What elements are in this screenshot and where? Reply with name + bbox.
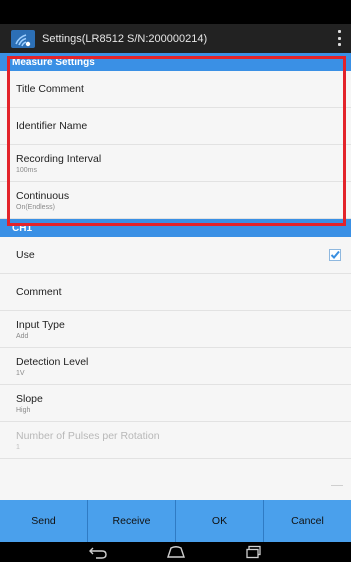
pref-title: Use bbox=[16, 249, 35, 261]
section-header-ch1: CH1 bbox=[0, 219, 351, 237]
screen-title: Settings(LR8512 S/N:200000214) bbox=[42, 32, 208, 45]
pref-input-type[interactable]: Input Type Add bbox=[0, 311, 351, 348]
button-bar: Send Receive OK Cancel bbox=[0, 500, 351, 542]
section-header-measure-settings: Measure Settings bbox=[0, 53, 351, 71]
action-bar: Settings(LR8512 S/N:200000214) bbox=[0, 24, 351, 53]
navigation-bar bbox=[0, 542, 351, 562]
pref-summary: 1 bbox=[16, 443, 20, 451]
pref-continuous[interactable]: Continuous On(Endless) bbox=[0, 182, 351, 219]
ok-button[interactable]: OK bbox=[176, 500, 264, 542]
pref-recording-interval[interactable]: Recording Interval 100ms bbox=[0, 145, 351, 182]
pref-use[interactable]: Use bbox=[0, 237, 351, 274]
pref-comment[interactable]: Comment bbox=[0, 274, 351, 311]
recent-apps-icon[interactable] bbox=[243, 545, 265, 559]
settings-list[interactable]: Measure Settings Title Comment Identifie… bbox=[0, 53, 351, 500]
pref-title: Detection Level bbox=[16, 355, 89, 368]
pref-title: Number of Pulses per Rotation bbox=[16, 429, 160, 442]
wireless-logger-icon bbox=[10, 28, 36, 50]
pref-title: Identifier Name bbox=[16, 120, 88, 132]
pref-title: Slope bbox=[16, 392, 43, 405]
pref-title: Title Comment bbox=[16, 83, 84, 95]
status-bar bbox=[0, 0, 351, 24]
pref-summary: On(Endless) bbox=[16, 203, 55, 211]
pref-number-of-pulses-per-rotation: Number of Pulses per Rotation 1 bbox=[0, 422, 351, 459]
receive-button[interactable]: Receive bbox=[88, 500, 176, 542]
pref-summary: High bbox=[16, 406, 31, 414]
pref-summary: 1V bbox=[16, 369, 25, 377]
cancel-button[interactable]: Cancel bbox=[264, 500, 351, 542]
pref-summary: Add bbox=[16, 332, 29, 340]
pref-identifier-name[interactable]: Identifier Name bbox=[0, 108, 351, 145]
pref-title-comment[interactable]: Title Comment bbox=[0, 71, 351, 108]
home-icon[interactable] bbox=[165, 545, 187, 559]
overflow-menu-icon[interactable] bbox=[337, 30, 341, 46]
pref-detection-level[interactable]: Detection Level 1V bbox=[0, 348, 351, 385]
pref-title: Recording Interval bbox=[16, 152, 102, 165]
pref-slope[interactable]: Slope High bbox=[0, 385, 351, 422]
checkbox-checked-icon[interactable] bbox=[329, 249, 341, 261]
scroll-indicator bbox=[331, 485, 343, 486]
pref-title: Comment bbox=[16, 286, 62, 298]
pref-title: Input Type bbox=[16, 318, 65, 331]
send-button[interactable]: Send bbox=[0, 500, 88, 542]
back-icon[interactable] bbox=[87, 545, 109, 559]
pref-title: Continuous bbox=[16, 189, 70, 202]
pref-summary: 100ms bbox=[16, 166, 38, 174]
